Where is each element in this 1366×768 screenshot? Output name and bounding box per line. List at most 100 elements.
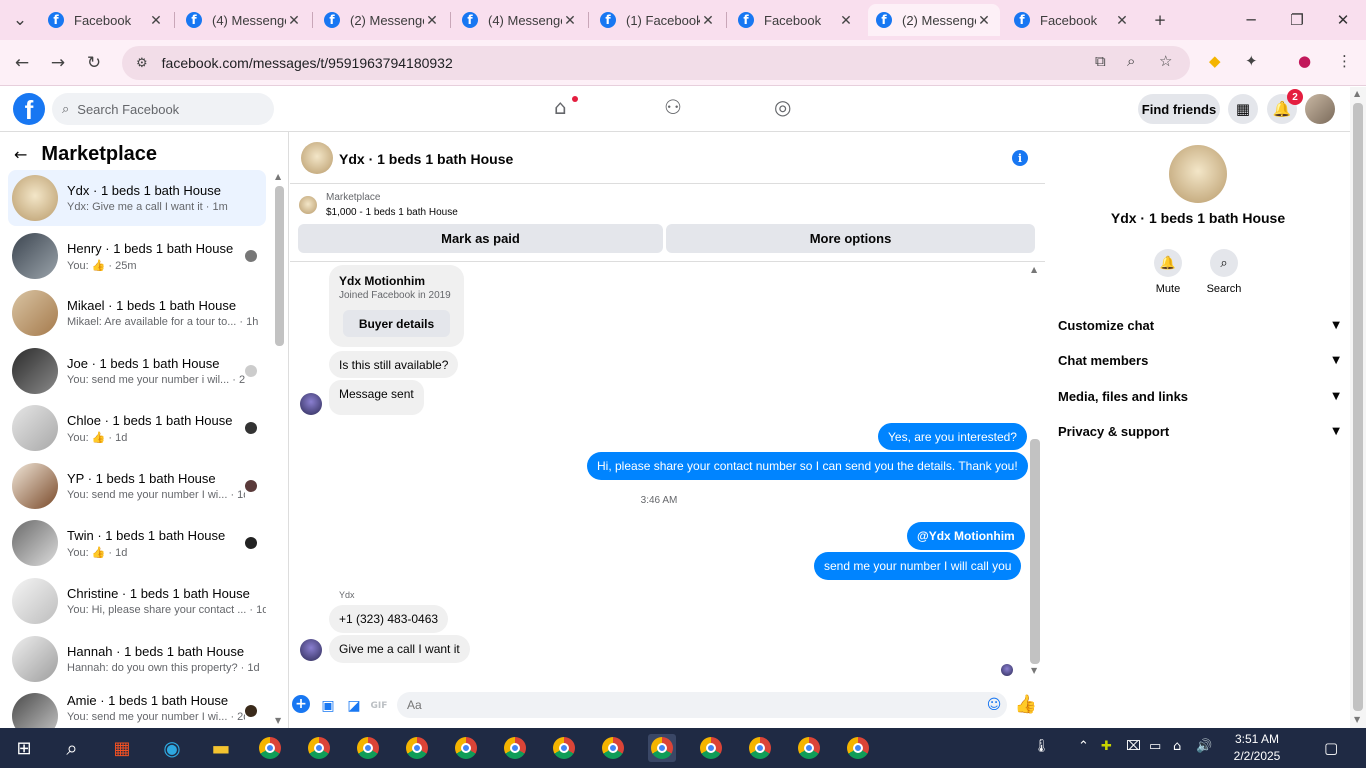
chrome-icon[interactable] [501,734,529,762]
browser-tab[interactable]: f (4) Messenger ✕ [454,4,586,36]
chrome-icon[interactable] [697,734,725,762]
chrome-icon[interactable] [354,734,382,762]
zoom-icon[interactable]: ⌕ [1127,52,1135,70]
bookmark-star-icon[interactable]: ☆ [1159,52,1172,70]
edge-icon[interactable]: ◉ [158,734,186,762]
chrome-icon[interactable] [844,734,872,762]
chrome-icon-active[interactable] [648,734,676,762]
facebook-search-input[interactable]: ⌕ Search Facebook [52,93,274,125]
restore-icon[interactable]: ❐ [1274,6,1320,34]
conversation-list-scrollbar[interactable]: ▲ ▼ [273,172,285,728]
tray-device-icon[interactable]: ⌧ [1126,739,1141,754]
conversation-item[interactable]: Christine · 1 beds 1 bath House You: Hi, … [8,573,266,629]
network-icon[interactable]: ⌂ [1173,739,1181,754]
volume-icon[interactable]: 🔊 [1196,739,1212,754]
chrome-icon[interactable] [256,734,284,762]
close-icon[interactable]: ✕ [562,12,578,29]
menu-grid-icon[interactable]: ▦ [1228,94,1258,124]
message-input[interactable] [397,692,1007,718]
reload-icon[interactable]: ↻ [79,48,109,78]
conversation-item[interactable]: YP · 1 beds 1 bath House You: send me you… [8,458,266,514]
browser-tab-active[interactable]: f (2) Messenger ✕ [868,4,1000,36]
more-options-button[interactable]: More options [666,224,1035,253]
close-icon[interactable]: ✕ [838,12,854,29]
browser-tab[interactable]: f (2) Messenger ✕ [316,4,448,36]
install-app-icon[interactable]: ⧉ [1095,52,1106,70]
conversation-item[interactable]: Amie · 1 beds 1 bath House You: send me y… [8,688,266,728]
extensions-puzzle-icon[interactable]: ✦ [1245,52,1258,70]
browser-tab[interactable]: f Facebook ✕ [730,4,862,36]
photo-icon[interactable]: ▣ [319,697,337,715]
search-icon[interactable]: ⌕ [58,734,86,762]
chrome-icon[interactable] [599,734,627,762]
media-files-links-row[interactable]: Media, files and links ▼ [1058,385,1340,407]
chrome-icon[interactable] [403,734,431,762]
chat-avatar[interactable] [301,142,333,174]
conversation-item[interactable]: Mikael · 1 beds 1 bath House Mikael: Are … [8,285,266,341]
tray-chevron-up-icon[interactable]: ⌃ [1078,739,1089,754]
conversation-item[interactable]: Hannah · 1 beds 1 bath House Hannah: do y… [8,631,266,687]
forward-icon[interactable]: → [43,48,73,78]
mark-as-paid-button[interactable]: Mark as paid [298,224,663,253]
extension-cube-icon[interactable]: ◆ [1209,52,1221,70]
chrome-icon[interactable] [305,734,333,762]
windows-start-icon[interactable]: ⊞ [10,734,38,762]
listing-title[interactable]: $1,000 - 1 beds 1 bath House [326,207,458,218]
address-bar[interactable]: ⚙ facebook.com/messages/t/95919637941809… [122,46,1190,80]
account-avatar[interactable] [1305,94,1335,124]
conversation-item[interactable]: Henry · 1 beds 1 bath House You: 👍 · 25m [8,228,266,284]
conversation-item[interactable]: Joe · 1 beds 1 bath House You: send me yo… [8,343,266,399]
message-bubble-outgoing[interactable]: Hi, please share your contact number so … [587,452,1028,480]
buyer-details-button[interactable]: Buyer details [343,310,450,337]
sender-avatar[interactable] [300,393,322,415]
browser-tab[interactable]: f Facebook ✕ [40,4,172,36]
notification-center-icon[interactable]: ▢ [1324,739,1338,757]
groups-icon[interactable]: ◎ [774,95,791,119]
conversation-item[interactable]: Chloe · 1 beds 1 bath House You: 👍 · 1d [8,400,266,456]
message-bubble-incoming[interactable]: Is this still available? [329,351,459,378]
message-bubble-outgoing[interactable]: @Ydx Motionhim [907,522,1025,550]
close-icon[interactable]: ✕ [976,12,992,29]
conversation-item[interactable]: Ydx · 1 beds 1 bath House Ydx: Give me a … [8,170,266,226]
chat-title[interactable]: Ydx · 1 beds 1 bath House [339,151,513,167]
tray-app-icon[interactable]: ✚ [1101,739,1112,754]
customize-chat-row[interactable]: Customize chat ▼ [1058,314,1340,336]
close-icon[interactable]: ✕ [148,12,164,29]
friends-icon[interactable]: ⚇ [664,95,682,119]
browser-tab[interactable]: f Facebook ✕ [1006,4,1138,36]
info-icon[interactable]: i [1012,150,1028,166]
browser-tab[interactable]: f (1) Facebook ✕ [592,4,724,36]
chrome-icon[interactable] [452,734,480,762]
chrome-icon[interactable] [746,734,774,762]
message-bubble-outgoing[interactable]: Yes, are you interested? [878,423,1027,450]
message-bubble-incoming[interactable]: Give me a call I want it [329,635,470,663]
chrome-icon[interactable] [795,734,823,762]
mute-button[interactable]: 🔔 Mute [1143,249,1193,295]
privacy-support-row[interactable]: Privacy & support ▼ [1058,420,1340,442]
sticker-icon[interactable]: ◪ [345,697,363,715]
back-arrow-icon[interactable]: ← [14,145,27,164]
close-icon[interactable]: ✕ [1114,12,1130,29]
home-icon[interactable]: ⌂ [554,95,567,119]
search-conversation-button[interactable]: ⌕ Search [1199,249,1249,295]
weather-thermometer-icon[interactable]: 🌡 [1033,739,1050,754]
site-info-icon[interactable]: ⚙ [136,56,148,71]
profile-icon[interactable]: ● [1298,52,1311,70]
battery-icon[interactable]: ▭ [1149,739,1161,754]
more-actions-plus-icon[interactable]: + [292,695,310,713]
store-icon[interactable]: ▦ [108,734,136,762]
listing-avatar[interactable] [1169,145,1227,203]
browser-tab[interactable]: f (4) Messenger ✕ [178,4,310,36]
back-icon[interactable]: ← [7,48,37,78]
minimize-icon[interactable]: ─ [1228,6,1274,34]
message-bubble-incoming[interactable]: Message sent [329,380,424,415]
page-scrollbar[interactable]: ▲ ▼ [1350,87,1366,728]
facebook-logo-icon[interactable]: f [13,93,45,125]
chat-members-row[interactable]: Chat members ▼ [1058,349,1340,371]
file-explorer-icon[interactable]: ▬ [207,734,235,762]
gif-icon[interactable]: GIF [370,697,388,715]
system-clock[interactable]: 3:51 AM 2/2/2025 [1224,731,1290,765]
tab-search-icon[interactable]: ⌄ [5,5,35,35]
browser-menu-icon[interactable]: ⋮ [1337,52,1352,70]
new-tab-icon[interactable]: + [1138,6,1182,34]
